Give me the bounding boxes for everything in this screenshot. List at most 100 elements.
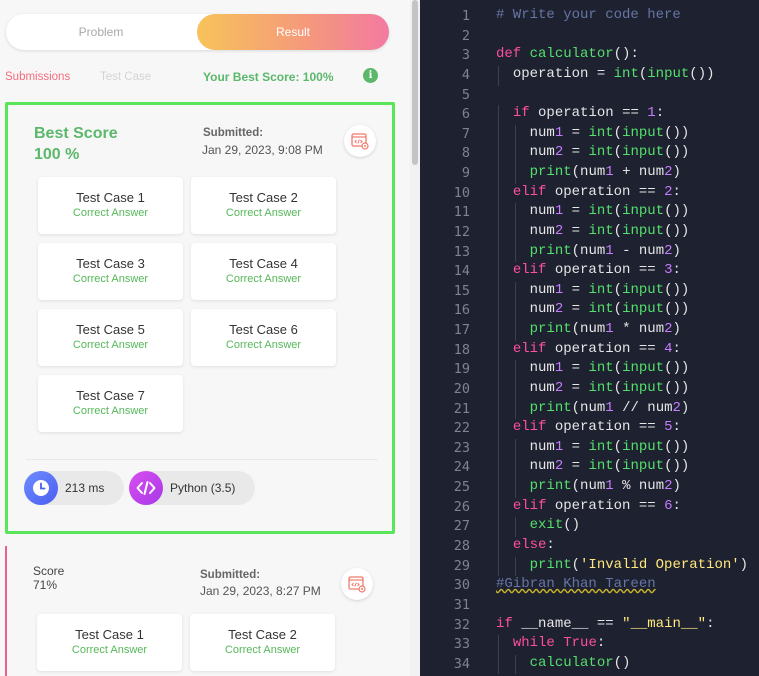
line-number: 22 (453, 420, 470, 437)
view-code-button[interactable] (341, 568, 373, 600)
language-value: Python (3.5) (170, 481, 236, 495)
submitted-date: Jan 29, 2023, 8:27 PM (200, 584, 321, 598)
tab-problem[interactable]: Problem (6, 14, 196, 50)
test-case-status: Correct Answer (225, 339, 302, 351)
code-line[interactable]: def calculator(): (496, 46, 639, 62)
code-line[interactable]: print(num1 * num2) (496, 321, 681, 337)
code-line[interactable]: print(num1 % num2) (496, 478, 681, 494)
code-line[interactable]: num2 = int(input()) (496, 223, 690, 239)
test-case-name: Test Case 1 (76, 190, 145, 205)
test-case-status: Correct Answer (225, 207, 302, 219)
test-case-card[interactable]: Test Case 5 Correct Answer (38, 309, 183, 366)
test-case-card[interactable]: Test Case 7 Correct Answer (38, 375, 183, 432)
card-divider (26, 459, 378, 460)
line-number: 11 (453, 204, 470, 221)
test-case-card[interactable]: Test Case 3 Correct Answer (38, 243, 183, 300)
line-number: 6 (461, 106, 470, 123)
code-editor[interactable]: 1 2 3 4 5 6 7 8 9 10 11 12 13 14 15 16 17 18 19 20 21 22 23 24 2… (420, 0, 759, 676)
test-case-name: Test Case 7 (76, 388, 145, 403)
view-code-button[interactable] (344, 125, 376, 157)
clock-icon (24, 471, 58, 505)
line-number: 21 (453, 400, 470, 417)
code-line[interactable]: operation = int(input()) (496, 66, 715, 82)
code-line[interactable]: while True: (496, 635, 605, 651)
code-line[interactable]: num2 = int(input()) (496, 380, 690, 396)
panel-tabs: Problem Result (6, 14, 389, 50)
line-number: 12 (453, 223, 470, 240)
code-line[interactable]: elif operation == 3: (496, 262, 681, 278)
code-line[interactable]: num1 = int(input()) (496, 360, 690, 376)
test-case-card[interactable]: Test Case 6 Correct Answer (191, 309, 336, 366)
line-number: 18 (453, 341, 470, 358)
best-score-summary: Your Best Score: 100% (203, 70, 334, 84)
best-score-title-block: Best Score 100 % (34, 123, 118, 165)
subtab-test-case[interactable]: Test Case (100, 71, 151, 83)
code-line[interactable]: num2 = int(input()) (496, 144, 690, 160)
code-line[interactable]: elif operation == 2: (496, 184, 681, 200)
line-number: 4 (461, 66, 470, 83)
test-case-status: Correct Answer (72, 273, 149, 285)
runtime-value: 213 ms (65, 481, 105, 495)
info-icon[interactable]: i (363, 68, 378, 83)
line-number: 33 (453, 636, 470, 653)
code-line[interactable]: elif operation == 5: (496, 419, 681, 435)
line-number: 23 (453, 439, 470, 456)
code-line[interactable]: if operation == 1: (496, 105, 664, 121)
code-line[interactable]: num1 = int(input()) (496, 125, 690, 141)
code-line[interactable]: calculator() (496, 655, 631, 671)
panel-scrollbar-thumb[interactable] (412, 0, 418, 165)
line-number: 26 (453, 498, 470, 515)
test-case-status: Correct Answer (72, 405, 149, 417)
subtab-submissions[interactable]: Submissions (5, 71, 70, 83)
test-case-name: Test Case 1 (75, 627, 144, 642)
test-case-card[interactable]: Test Case 2 Correct Answer (191, 177, 336, 234)
result-panel: Problem Result Submissions Test Case You… (0, 0, 410, 676)
code-line[interactable]: num1 = int(input()) (496, 439, 690, 455)
code-line[interactable]: num1 = int(input()) (496, 203, 690, 219)
code-line[interactable]: else: (496, 537, 555, 553)
code-view-icon (351, 133, 369, 150)
code-line[interactable]: num2 = int(input()) (496, 458, 690, 474)
line-number: 14 (453, 263, 470, 280)
test-case-name: Test Case 5 (76, 322, 145, 337)
line-number: 15 (453, 282, 470, 299)
code-line[interactable]: num2 = int(input()) (496, 301, 690, 317)
test-case-card[interactable]: Test Case 1 Correct Answer (38, 177, 183, 234)
line-number: 29 (453, 557, 470, 574)
submitted-label: Submitted: (203, 127, 264, 139)
line-number: 20 (453, 380, 470, 397)
score-label: Score (33, 564, 65, 578)
submission-card[interactable]: Score 71% Submitted: Jan 29, 2023, 8:27 … (5, 546, 395, 676)
line-number: 13 (453, 243, 470, 260)
line-number: 7 (461, 125, 470, 142)
line-number: 2 (461, 27, 470, 44)
code-line[interactable]: exit() (496, 517, 580, 533)
line-number: 34 (453, 655, 470, 672)
test-case-status: Correct Answer (224, 644, 301, 656)
code-line[interactable]: print(num1 + num2) (496, 164, 681, 180)
code-line[interactable]: if __name__ == "__main__": (496, 616, 714, 632)
test-case-name: Test Case 4 (229, 256, 298, 271)
code-line[interactable]: elif operation == 6: (496, 498, 681, 514)
test-case-status: Correct Answer (225, 273, 302, 285)
code-line[interactable]: print('Invalid Operation') (496, 557, 748, 573)
test-case-card[interactable]: Test Case 2 Correct Answer (190, 614, 335, 671)
line-number: 16 (453, 302, 470, 319)
code-line[interactable]: # Write your code here (496, 7, 681, 23)
line-number: 10 (453, 184, 470, 201)
submission-score-block: Score 71% (33, 564, 64, 592)
runtime-badge: 213 ms (24, 471, 124, 505)
code-line[interactable]: #Gibran Khan Tareen (496, 576, 656, 592)
line-number: 31 (453, 596, 470, 613)
code-line[interactable]: print(num1 // num2) (496, 400, 690, 416)
test-case-card[interactable]: Test Case 4 Correct Answer (191, 243, 336, 300)
code-line[interactable]: elif operation == 4: (496, 341, 681, 357)
submitted-date: Jan 29, 2023, 9:08 PM (202, 143, 323, 157)
code-line[interactable]: print(num1 - num2) (496, 243, 681, 259)
tab-result[interactable]: Result (197, 14, 389, 50)
code-line[interactable]: num1 = int(input()) (496, 282, 690, 298)
best-score-card: Best Score 100 % Submitted: Jan 29, 2023… (5, 102, 395, 534)
line-number: 5 (461, 86, 470, 103)
result-subtabs: Submissions Test Case Your Best Score: 1… (5, 68, 378, 86)
test-case-card[interactable]: Test Case 1 Correct Answer (37, 614, 182, 671)
